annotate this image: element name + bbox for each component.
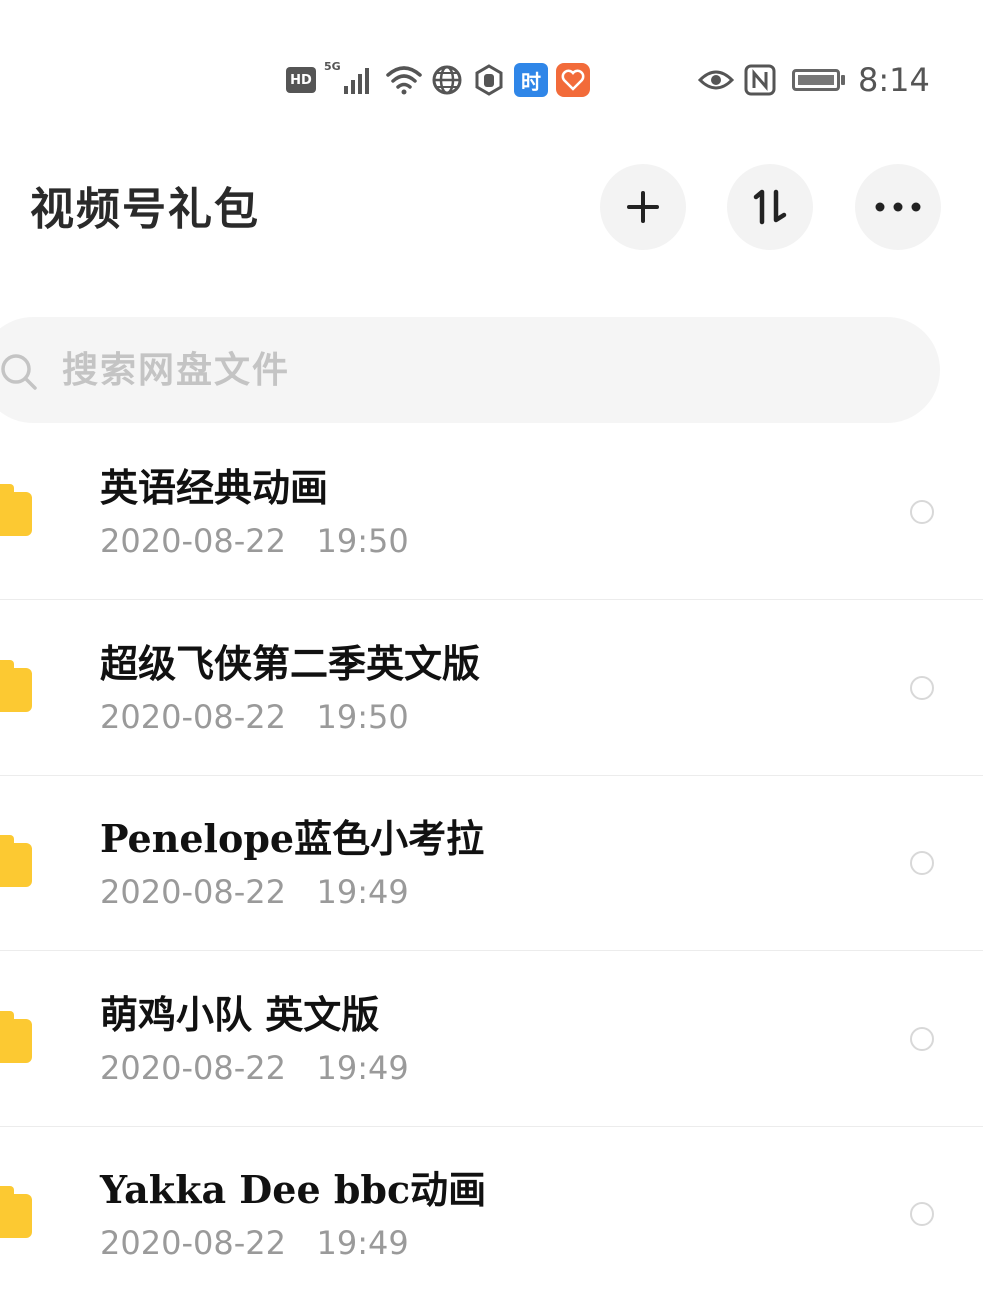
file-name: Penelope蓝色小考拉 — [100, 816, 485, 861]
sort-button[interactable] — [727, 164, 813, 250]
sort-icon — [753, 189, 787, 225]
file-date: 2020-08-22 19:50 — [100, 698, 409, 736]
select-checkbox[interactable] — [910, 1202, 934, 1226]
hand-icon — [470, 62, 508, 98]
more-button[interactable] — [855, 164, 941, 250]
hd-label: HD — [290, 72, 312, 88]
file-date: 2020-08-22 19:49 — [100, 1049, 409, 1087]
file-date: 2020-08-22 19:50 — [100, 522, 409, 560]
select-checkbox[interactable] — [910, 851, 934, 875]
file-row[interactable]: 超级飞侠第二季英文版 2020-08-22 19:50 — [0, 600, 983, 776]
health-app-icon — [556, 63, 590, 97]
status-bar: HD 5G 时 8:14 — [0, 0, 983, 130]
wifi-icon — [384, 62, 424, 98]
shi-app-icon: 时 — [514, 63, 548, 97]
select-checkbox[interactable] — [910, 676, 934, 700]
folder-icon — [0, 1011, 32, 1063]
file-date: 2020-08-22 19:49 — [100, 873, 409, 911]
network-label: 5G — [324, 60, 341, 73]
shi-label: 时 — [521, 69, 541, 94]
file-row[interactable]: 英语经典动画 2020-08-22 19:50 — [0, 424, 983, 600]
file-name: 萌鸡小队 英文版 — [100, 992, 380, 1037]
plus-icon — [627, 191, 659, 223]
file-row[interactable]: Penelope蓝色小考拉 2020-08-22 19:49 — [0, 775, 983, 951]
file-name: 超级飞侠第二季英文版 — [100, 641, 481, 686]
more-icon — [875, 202, 921, 212]
search-placeholder: 搜索网盘文件 — [62, 349, 291, 391]
file-name: Yakka Dee bbc动画 — [100, 1167, 487, 1212]
eye-icon — [697, 62, 735, 98]
select-checkbox[interactable] — [910, 500, 934, 524]
nfc-icon — [742, 62, 778, 98]
status-time: 8:14 — [858, 61, 930, 99]
add-button[interactable] — [600, 164, 686, 250]
globe-icon — [428, 62, 466, 98]
select-checkbox[interactable] — [910, 1027, 934, 1051]
battery-icon — [790, 62, 850, 98]
search-input[interactable]: 搜索网盘文件 — [0, 317, 940, 423]
folder-icon — [0, 1186, 32, 1238]
folder-icon — [0, 835, 32, 887]
file-row[interactable]: 萌鸡小队 英文版 2020-08-22 19:49 — [0, 951, 983, 1127]
page-title: 视频号礼包 — [30, 184, 260, 235]
file-name: 英语经典动画 — [100, 465, 329, 510]
file-date: 2020-08-22 19:49 — [100, 1224, 409, 1262]
folder-icon — [0, 660, 32, 712]
hd-icon: HD — [286, 67, 316, 93]
search-icon — [1, 354, 37, 390]
folder-icon — [0, 484, 32, 536]
5g-signal-icon: 5G — [322, 60, 378, 98]
file-row[interactable]: Yakka Dee bbc动画 2020-08-22 19:49 — [0, 1126, 983, 1301]
